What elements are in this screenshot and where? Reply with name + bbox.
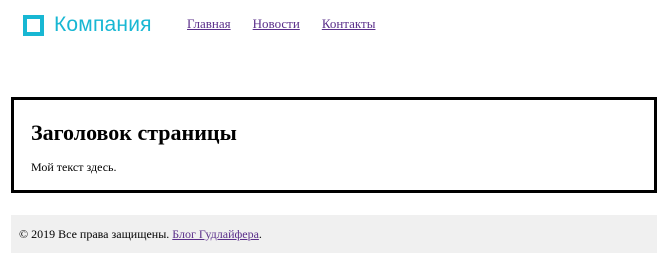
logo[interactable]: Компания	[23, 13, 152, 37]
site-header: Компания	[23, 10, 152, 40]
nav-link-news[interactable]: Новости	[253, 16, 300, 32]
main-content: Заголовок страницы Мой текст здесь.	[11, 97, 657, 193]
nav-link-home[interactable]: Главная	[187, 16, 231, 32]
square-logo-icon	[23, 14, 44, 36]
site-footer: © 2019 Все права защищены. Блог Гудлайфе…	[11, 215, 657, 253]
main-nav: Главная Новости Контакты	[187, 16, 397, 32]
nav-link-contacts[interactable]: Контакты	[322, 16, 376, 32]
footer-blog-link[interactable]: Блог Гудлайфера	[172, 227, 259, 241]
logo-text: Компания	[54, 13, 152, 36]
footer-copyright: © 2019 Все права защищены.	[19, 227, 173, 241]
page-title: Заголовок страницы	[31, 120, 237, 145]
page-text: Мой текст здесь.	[31, 160, 117, 174]
footer-trailing: .	[258, 227, 262, 241]
